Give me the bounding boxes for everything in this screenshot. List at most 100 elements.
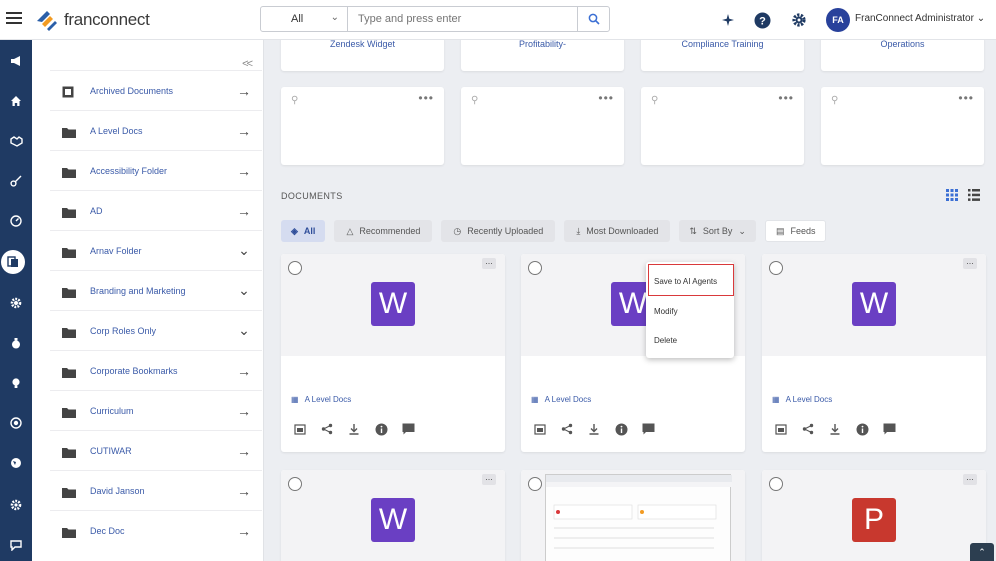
folder-item[interactable]: Arnav Folder ⌄ xyxy=(50,230,262,270)
pin-icon[interactable]: ⚲ xyxy=(471,95,478,106)
document-folder-link[interactable]: ▦ A Level Docs xyxy=(291,395,351,404)
select-radio[interactable] xyxy=(769,261,783,275)
search-scope-select[interactable]: All ⌄ xyxy=(261,7,348,31)
folder-card[interactable]: Zendesk Widget xyxy=(281,40,444,71)
folder-card[interactable]: Compliance Training xyxy=(641,40,804,71)
document-card[interactable]: ... W ▦ A Level Docs xyxy=(762,254,986,452)
folder-item[interactable]: Dec Doc → xyxy=(50,510,262,550)
folder-item[interactable]: Corporate Bookmarks → xyxy=(50,350,262,390)
document-card[interactable]: ... W ▦ A Level Docs xyxy=(281,254,505,452)
more-icon[interactable]: ••• xyxy=(418,91,434,105)
document-card[interactable]: ... W xyxy=(281,470,505,561)
folder-item[interactable]: Curriculum → xyxy=(50,390,262,430)
more-icon[interactable]: ••• xyxy=(778,91,794,105)
pinned-card[interactable]: ⚲ ••• xyxy=(461,87,624,165)
settings-icon[interactable] xyxy=(0,494,32,516)
arrow-right-icon[interactable]: → xyxy=(234,123,254,139)
calendar-icon[interactable] xyxy=(533,422,547,436)
arrow-right-icon[interactable]: → xyxy=(234,403,254,419)
home-icon[interactable] xyxy=(0,90,32,112)
pinned-card[interactable]: ⚲ ••• xyxy=(641,87,804,165)
megaphone-icon[interactable] xyxy=(0,50,32,72)
share-icon[interactable] xyxy=(320,422,334,436)
download-icon[interactable] xyxy=(828,422,842,436)
filter-most-downloaded[interactable]: ⤓ Most Downloaded xyxy=(564,220,671,242)
folder-item[interactable]: Corp Roles Only ⌄ xyxy=(50,310,262,350)
pin-icon[interactable]: ⚲ xyxy=(651,95,658,106)
more-icon[interactable]: ••• xyxy=(598,91,614,105)
share-icon[interactable] xyxy=(560,422,574,436)
sparkle-icon[interactable] xyxy=(718,10,738,30)
folder-card[interactable]: Profitability- xyxy=(461,40,624,71)
pinned-card[interactable]: ⚲ ••• xyxy=(281,87,444,165)
menu-item-modify[interactable]: Modify xyxy=(654,307,678,316)
folder-item[interactable]: Branding and Marketing ⌄ xyxy=(50,270,262,310)
user-menu[interactable]: FranConnect Administrator ⌄ xyxy=(855,13,985,24)
more-icon[interactable]: ... xyxy=(963,257,977,269)
calendar-icon[interactable] xyxy=(293,422,307,436)
comment-icon[interactable] xyxy=(641,422,655,436)
arrow-right-icon[interactable]: → xyxy=(234,483,254,499)
document-folder-link[interactable]: ▦ A Level Docs xyxy=(772,395,832,404)
folder-item[interactable]: Archived Documents → xyxy=(50,70,262,110)
select-radio[interactable] xyxy=(528,477,542,491)
select-radio[interactable] xyxy=(288,261,302,275)
comment-icon[interactable] xyxy=(882,422,896,436)
filter-all[interactable]: ◈ All xyxy=(281,220,326,242)
arrow-right-icon[interactable]: → xyxy=(234,363,254,379)
share-icon[interactable] xyxy=(801,422,815,436)
pin-icon[interactable]: ⚲ xyxy=(831,95,838,106)
folder-item[interactable]: David Janson → xyxy=(50,470,262,510)
document-folder-link[interactable]: ▦ A Level Docs xyxy=(531,395,591,404)
list-view-icon[interactable] xyxy=(968,189,980,201)
folder-item[interactable]: AD → xyxy=(50,190,262,230)
documents-icon[interactable] xyxy=(1,250,25,274)
arrow-right-icon[interactable]: → xyxy=(234,163,254,179)
menu-item-save-to-ai-agents[interactable]: Save to AI Agents xyxy=(654,277,717,286)
more-icon[interactable]: ... xyxy=(482,473,496,485)
filter-recommended[interactable]: △ Recommended xyxy=(334,220,433,242)
search-button[interactable] xyxy=(577,7,609,31)
folder-item[interactable]: A Level Docs → xyxy=(50,110,262,150)
comment-icon[interactable] xyxy=(401,422,415,436)
info-icon[interactable] xyxy=(855,422,869,436)
bag-icon[interactable] xyxy=(0,332,32,354)
chat-icon[interactable] xyxy=(0,534,32,556)
document-card[interactable]: ... P xyxy=(762,470,986,561)
grid-view-icon[interactable] xyxy=(946,189,958,201)
select-radio[interactable] xyxy=(769,477,783,491)
scroll-to-top-button[interactable]: ⌃ xyxy=(970,543,994,561)
menu-icon[interactable] xyxy=(6,12,22,26)
select-radio[interactable] xyxy=(288,477,302,491)
sort-by-dropdown[interactable]: ⇅ Sort By ⌄ xyxy=(679,220,756,242)
chevron-down-icon[interactable]: ⌄ xyxy=(234,322,254,339)
bulb-icon[interactable] xyxy=(0,372,32,394)
collapse-panel-button[interactable]: << xyxy=(242,58,253,70)
globe-icon[interactable] xyxy=(0,412,32,434)
info-icon[interactable] xyxy=(614,422,628,436)
gear-icon[interactable] xyxy=(0,292,32,314)
arrow-right-icon[interactable]: → xyxy=(234,83,254,99)
more-icon[interactable]: ••• xyxy=(958,91,974,105)
settings-gear-icon[interactable] xyxy=(789,10,809,30)
folder-item[interactable]: CUTIWAR → xyxy=(50,430,262,470)
pinned-card[interactable]: ⚲ ••• xyxy=(821,87,984,165)
more-icon[interactable]: ... xyxy=(482,257,496,269)
document-card[interactable] xyxy=(521,470,745,561)
chevron-down-icon[interactable]: ⌄ xyxy=(234,282,254,299)
arrow-right-icon[interactable]: → xyxy=(234,203,254,219)
key-icon[interactable] xyxy=(0,170,32,192)
arrow-right-icon[interactable]: → xyxy=(234,443,254,459)
folder-card[interactable]: Operations xyxy=(821,40,984,71)
folder-item[interactable]: Accessibility Folder → xyxy=(50,150,262,190)
chevron-down-icon[interactable]: ⌄ xyxy=(234,242,254,259)
filter-recently-uploaded[interactable]: ◷ Recently Uploaded xyxy=(441,220,556,242)
arrow-right-icon[interactable]: → xyxy=(234,523,254,539)
calendar-icon[interactable] xyxy=(774,422,788,436)
menu-item-delete[interactable]: Delete xyxy=(654,336,677,345)
search-input[interactable] xyxy=(348,7,577,31)
download-icon[interactable] xyxy=(587,422,601,436)
help-icon[interactable]: ? xyxy=(752,10,772,30)
handshake-icon[interactable] xyxy=(0,130,32,152)
feeds-button[interactable]: ▤ Feeds xyxy=(764,220,827,242)
